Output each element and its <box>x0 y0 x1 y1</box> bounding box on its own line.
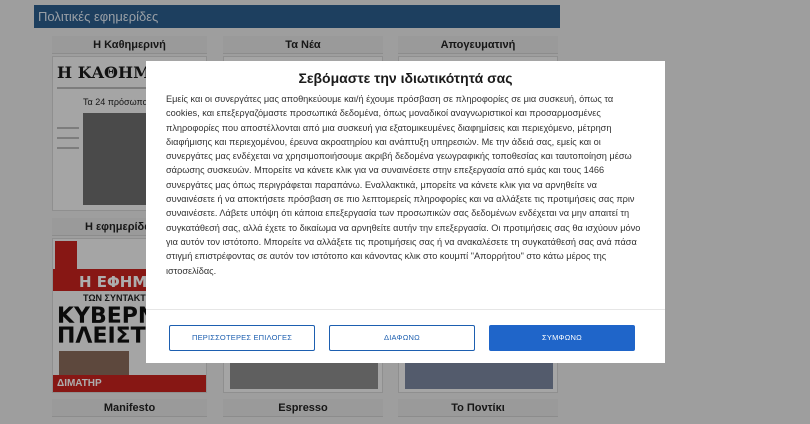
disagree-button[interactable]: ΔΙΑΦΩΝΩ <box>329 325 475 351</box>
consent-title: Σεβόμαστε την ιδιωτικότητά σας <box>298 70 513 86</box>
more-options-button[interactable]: ΠΕΡΙΣΣΟΤΕΡΕΣ ΕΠΙΛΟΓΕΣ <box>169 325 315 351</box>
consent-body-text: Εμείς και οι συνεργάτες μας αποθηκεύουμε… <box>166 94 641 276</box>
agree-button[interactable]: ΣΥΜΦΩΝΩ <box>489 325 635 351</box>
consent-dialog: Σεβόμαστε την ιδιωτικότητά σας Εμείς και… <box>146 61 665 363</box>
divider <box>146 309 665 310</box>
